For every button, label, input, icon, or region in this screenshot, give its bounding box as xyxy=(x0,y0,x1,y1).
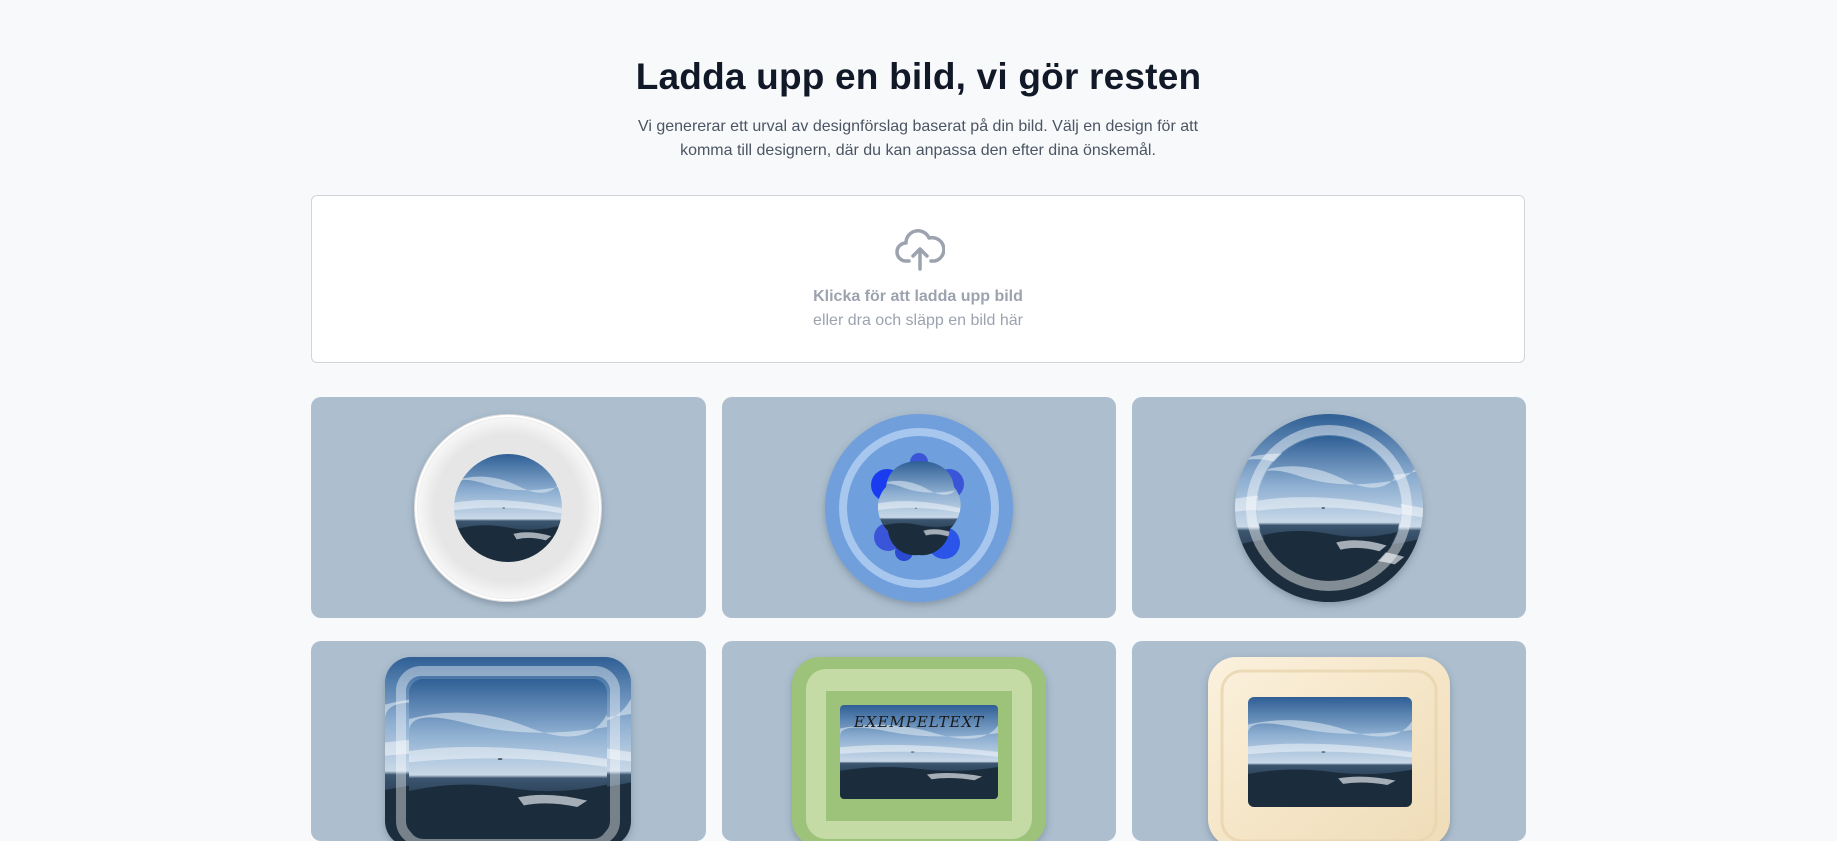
design-preview-photo-ring xyxy=(1235,414,1423,602)
upload-dropzone[interactable]: Klicka för att ladda upp bild eller dra … xyxy=(311,195,1525,363)
design-preview-wood-frame xyxy=(1208,657,1450,841)
cloud-upload-icon xyxy=(895,229,945,271)
design-card-2[interactable] xyxy=(722,397,1116,618)
page-subtitle: Vi genererar ett urval av designförslag … xyxy=(637,118,1199,159)
design-preview-photo-frame xyxy=(385,657,631,841)
page-title: Ladda upp en bild, vi gör resten xyxy=(635,56,1202,97)
design-preview-green-frame xyxy=(792,657,1046,841)
design-preview-white-ring xyxy=(414,414,602,602)
design-card-3[interactable] xyxy=(1132,397,1526,618)
design-preview-blue-ring xyxy=(825,414,1013,602)
upload-primary-label: Klicka för att ladda upp bild xyxy=(813,288,1023,305)
design-card-4[interactable] xyxy=(311,641,706,841)
upload-secondary-label: eller dra och släpp en bild här xyxy=(813,312,1023,329)
design-sample-text: EXEMPELTEXT xyxy=(853,713,985,731)
design-card-1[interactable] xyxy=(311,397,706,618)
design-card-5[interactable]: EXEMPELTEXT xyxy=(722,641,1116,841)
design-card-6[interactable] xyxy=(1132,641,1526,841)
page: Ladda upp en bild, vi gör resten Vi gene… xyxy=(0,0,1837,841)
